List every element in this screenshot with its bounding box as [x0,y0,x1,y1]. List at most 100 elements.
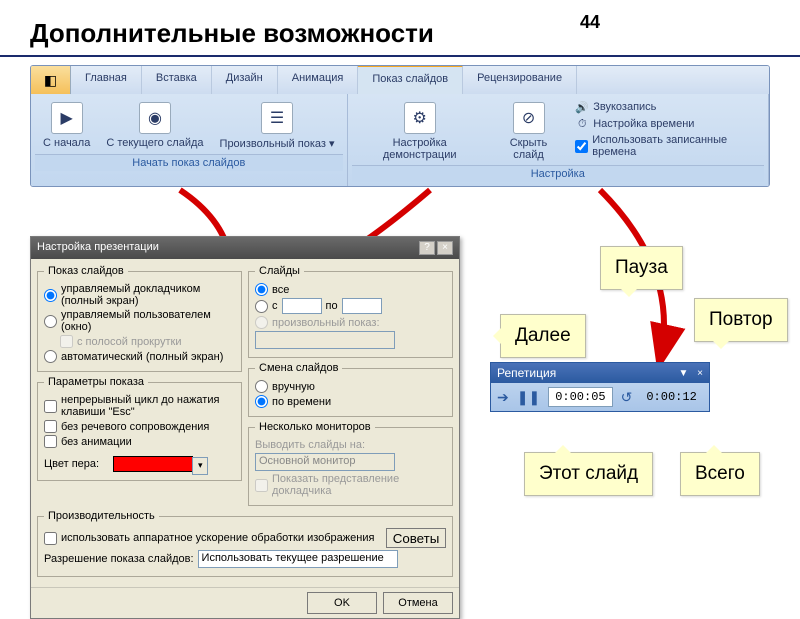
setup-small-items: 🔊 Звукозапись ⏱Настройка времени Использо… [569,98,764,165]
opt-kiosk-radio[interactable] [44,350,57,363]
group-start-show: ▶ С начала ◉ С текущего слайда ☰ Произво… [31,94,348,186]
tips-button[interactable]: Советы [386,528,446,548]
callout-next-label: Далее [515,325,571,346]
repeat-button[interactable]: ↺ [621,389,633,406]
tab-slideshow[interactable]: Показ слайдов [358,65,463,94]
pen-color-picker[interactable] [113,456,193,472]
custom-show-icon: ☰ [261,102,293,134]
custom-show-button[interactable]: ☰ Произвольный показ ▾ [212,98,343,154]
from-current-button[interactable]: ◉ С текущего слайда [98,98,211,154]
dialog-titlebar: Настройка презентации ? × [31,237,459,259]
callout-this-slide-label: Этот слайд [539,463,638,484]
tab-insert[interactable]: Вставка [142,66,212,94]
custom-show-combo [255,331,395,349]
tab-animation[interactable]: Анимация [278,66,359,94]
tab-home[interactable]: Главная [71,66,142,94]
pause-button[interactable]: ❚❚ [517,389,540,406]
monitors-group: Несколько мониторов Выводить слайды на: … [248,421,453,506]
scrollbar-check [60,335,73,348]
hw-accel-label: использовать аппаратное ускорение обрабо… [61,532,374,544]
group-start-label: Начать показ слайдов [35,154,343,171]
slide-time-display: 0:00:05 [548,387,612,407]
dialog-help-button[interactable]: ? [419,241,435,255]
opt-browsed-label: управляемый пользователем (окно) [61,309,235,333]
pen-color-label: Цвет пера: [44,458,99,470]
hide-slide-icon: ⊘ [513,102,545,134]
ribbon-tabs: ◧ Главная Вставка Дизайн Анимация Показ … [31,66,769,94]
hw-accel-check[interactable] [44,532,57,545]
tab-review[interactable]: Рецензирование [463,66,577,94]
group-setup-label: Настройка [352,165,764,182]
no-narration-check[interactable] [44,420,57,433]
show-type-legend: Показ слайдов [44,265,128,277]
callout-this-slide: Этот слайд [524,452,653,496]
cancel-button[interactable]: Отмена [383,592,453,614]
slides-from-spin[interactable] [282,298,322,314]
callout-repeat-label: Повтор [709,309,773,330]
advance-group: Смена слайдов вручную по времени [248,362,453,417]
total-time-display: 0:00:12 [640,388,702,406]
no-narration-label: без речевого сопровождения [61,421,209,433]
rehearse-timings-button[interactable]: ⏱Настройка времени [575,117,758,131]
page-number: 44 [580,12,600,33]
opt-browsed-radio[interactable] [44,315,57,328]
show-options-legend: Параметры показа [44,376,148,388]
setup-show-label: Настройка демонстрации [360,137,480,161]
use-timings-check[interactable] [575,140,588,153]
slides-legend: Слайды [255,265,304,277]
setup-show-button[interactable]: ⚙ Настройка демонстрации [352,98,488,165]
scrollbar-label: с полосой прокрутки [77,336,181,348]
presenter-view-label: Показать представление докладчика [272,473,446,497]
next-button[interactable]: ➔ [497,389,509,406]
monitor-combo: Основной монитор [255,453,395,471]
tab-design[interactable]: Дизайн [212,66,278,94]
rehearsal-toolbar: Репетиция ▼ × ➔ ❚❚ 0:00:05 ↺ 0:00:12 [490,362,710,412]
slides-to-spin[interactable] [342,298,382,314]
slides-all-label: все [272,284,289,296]
callout-pause: Пауза [600,246,683,290]
record-icon: 🔊 [575,100,589,114]
opt-speaker-label: управляемый докладчиком (полный экран) [61,283,235,307]
callout-next: Далее [500,314,586,358]
performance-group: Производительность использовать аппаратн… [37,510,453,577]
office-button[interactable]: ◧ [31,66,71,94]
callout-pause-label: Пауза [615,257,668,278]
presentation-icon: ▶ [51,102,83,134]
hide-slide-label: Скрыть слайд [496,137,561,161]
slides-all-radio[interactable] [255,283,268,296]
opt-speaker-radio[interactable] [44,289,57,302]
advance-legend: Смена слайдов [255,362,342,374]
dialog-title: Настройка презентации [37,241,159,255]
rehearsal-close-icon[interactable]: × [697,368,703,379]
resolution-combo[interactable]: Использовать текущее разрешение [198,550,398,568]
setup-show-dialog: Настройка презентации ? × Показ слайдов … [30,236,460,619]
record-narration-button[interactable]: 🔊 Звукозапись [575,100,758,114]
dialog-close-button[interactable]: × [437,241,453,255]
show-type-group: Показ слайдов управляемый докладчиком (п… [37,265,242,372]
rehearsal-title: Репетиция [497,366,556,380]
slides-custom-label: произвольный показ: [272,317,380,329]
monitor-output-label: Выводить слайды на: [255,439,365,451]
use-timings-checkbox[interactable]: Использовать записанные времена [575,134,758,158]
loop-check[interactable] [44,400,57,413]
no-anim-check[interactable] [44,435,57,448]
presenter-view-check [255,479,268,492]
from-beginning-button[interactable]: ▶ С начала [35,98,98,154]
no-anim-label: без анимации [61,436,132,448]
page-title: Дополнительные возможности [0,0,800,57]
slides-range-radio[interactable] [255,300,268,313]
record-label: Звукозапись [593,101,656,113]
rehearsal-dropdown-icon[interactable]: ▼ [678,368,688,379]
advance-manual-radio[interactable] [255,380,268,393]
ribbon-body: ▶ С начала ◉ С текущего слайда ☰ Произво… [31,94,769,186]
ok-button[interactable]: OK [307,592,377,614]
ribbon: ◧ Главная Вставка Дизайн Анимация Показ … [30,65,770,187]
presentation-current-icon: ◉ [139,102,171,134]
slides-to-label: по [326,300,338,312]
from-beginning-label: С начала [43,137,90,149]
hide-slide-button[interactable]: ⊘ Скрыть слайд [488,98,569,165]
callout-total-label: Всего [695,463,745,484]
show-options-group: Параметры показа непрерывный цикл до наж… [37,376,242,481]
loop-label: непрерывный цикл до нажатия клавиши "Esc… [61,394,235,418]
advance-time-radio[interactable] [255,395,268,408]
